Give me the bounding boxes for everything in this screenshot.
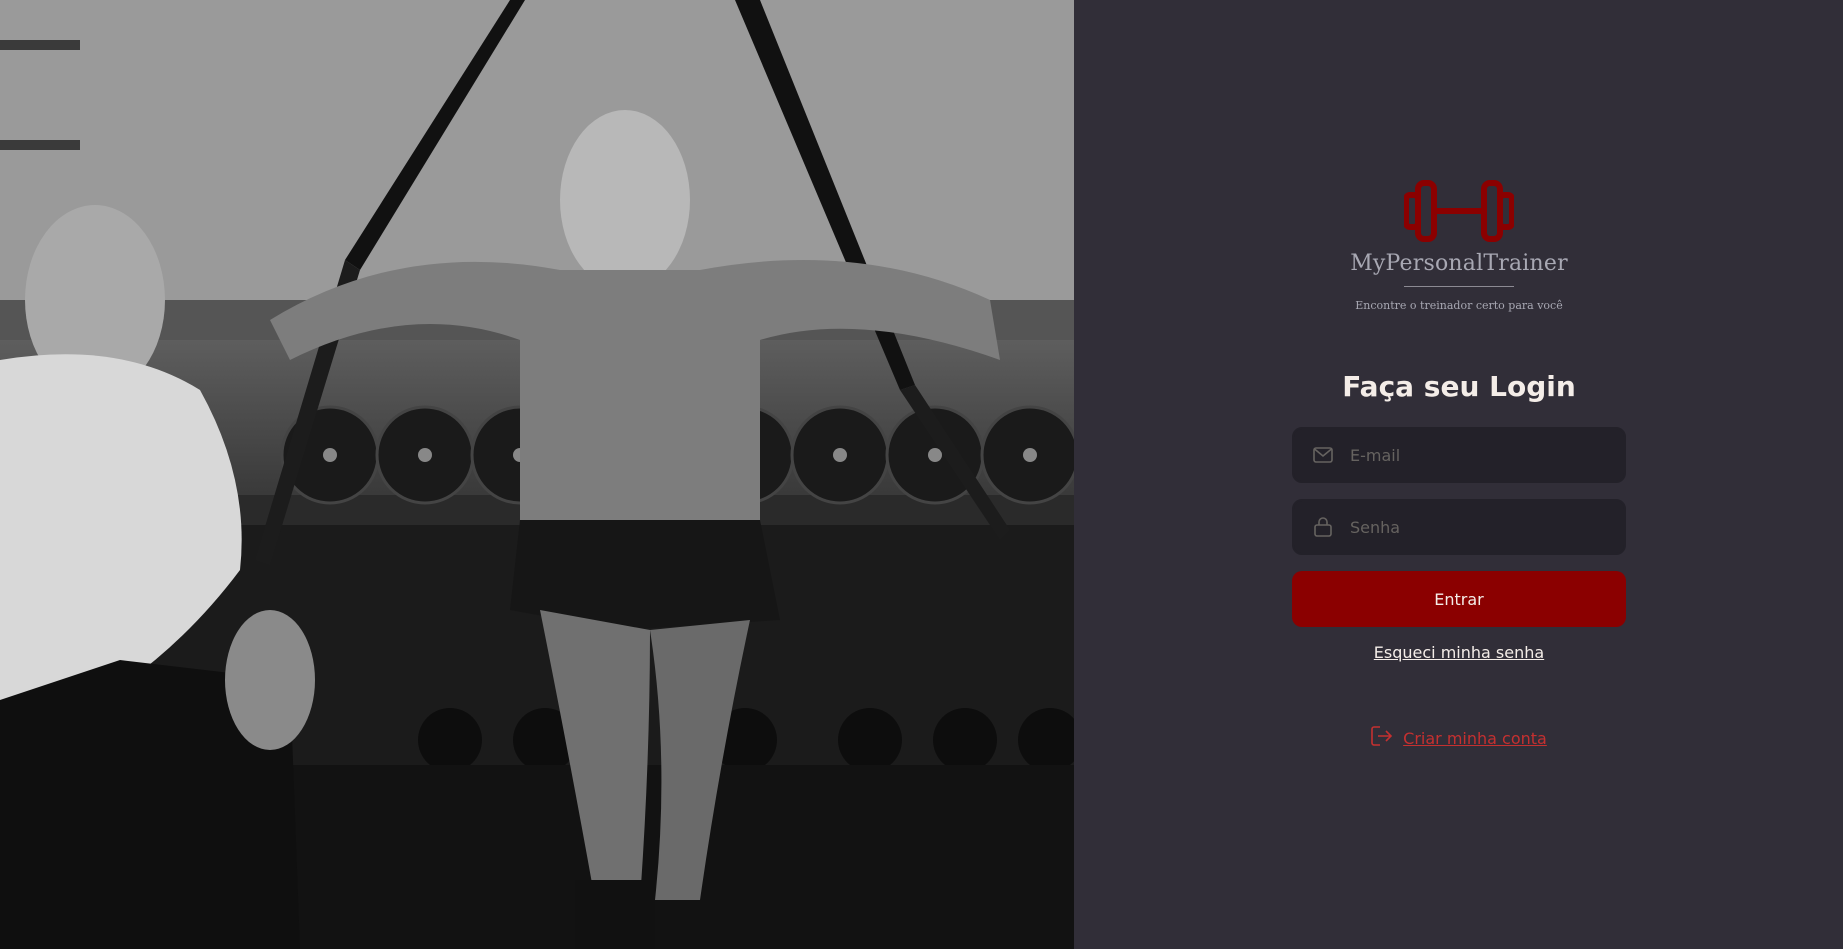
lock-icon	[1312, 516, 1334, 538]
login-title: Faça seu Login	[1342, 370, 1576, 403]
hero-photo	[0, 0, 1074, 949]
gym-photo-illustration	[0, 0, 1074, 949]
forgot-password-link[interactable]: Esqueci minha senha	[1374, 643, 1544, 662]
log-in-icon	[1371, 726, 1393, 750]
login-button[interactable]: Entrar	[1292, 571, 1626, 627]
password-field[interactable]	[1292, 499, 1626, 555]
brand-divider	[1404, 286, 1514, 287]
create-account-link[interactable]: Criar minha conta	[1371, 726, 1547, 750]
email-input[interactable]	[1334, 429, 1624, 481]
dumbbell-icon	[1404, 180, 1514, 242]
mail-icon	[1312, 444, 1334, 466]
brand-name: MyPersonalTrainer	[1350, 251, 1568, 276]
password-input[interactable]	[1334, 501, 1624, 553]
login-panel: MyPersonalTrainer Encontre o treinador c…	[1074, 0, 1843, 949]
email-field[interactable]	[1292, 427, 1626, 483]
login-content: MyPersonalTrainer Encontre o treinador c…	[1292, 175, 1626, 750]
create-account-label: Criar minha conta	[1403, 728, 1547, 748]
brand-tagline: Encontre o treinador certo para você	[1355, 299, 1563, 312]
